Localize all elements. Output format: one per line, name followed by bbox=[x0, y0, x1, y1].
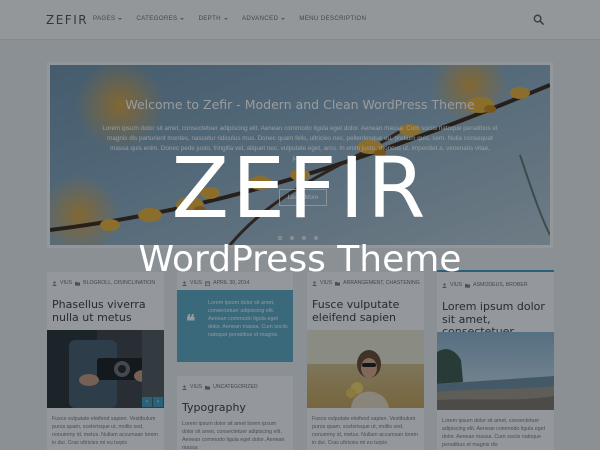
brand-title: ZEFIR bbox=[171, 139, 429, 237]
post-excerpt: Lorem ipsum dolor sit amet, consectetuer… bbox=[442, 418, 546, 448]
nav-item-label: PAGES bbox=[93, 15, 116, 22]
thumbnail-slider-arrows: ‹ › bbox=[142, 397, 163, 407]
post-card: VIUS BLOGROLL, DISINCLINATION Phasellus … bbox=[47, 272, 164, 450]
post-title[interactable]: Typography bbox=[182, 401, 289, 415]
post-card: VIUS UNCATEGORIZED Typography Lorem ipsu… bbox=[177, 376, 293, 450]
nav-item-label: ADVANCED bbox=[241, 15, 279, 22]
post-thumbnail[interactable] bbox=[307, 330, 424, 408]
nav-item-depth[interactable]: DEPTH bbox=[198, 15, 228, 22]
nav-item-label: DEPTH bbox=[198, 15, 221, 22]
search-icon[interactable] bbox=[533, 14, 544, 25]
post-meta: VIUS UNCATEGORIZED bbox=[182, 384, 258, 390]
nav-item-advanced[interactable]: ADVANCED bbox=[241, 15, 286, 22]
folder-icon bbox=[465, 283, 471, 288]
post-card: VIUS ASMODEUS, BROBER Lorem ipsum dolor … bbox=[437, 270, 554, 450]
nav-item-label: CATEGORES bbox=[136, 15, 178, 22]
post-thumbnail[interactable] bbox=[437, 332, 554, 410]
post-excerpt: Fusce vulputate eleifend sapien. Vestibu… bbox=[52, 416, 158, 446]
user-icon bbox=[182, 384, 187, 390]
quote-text: Lorem ipsum dolor sit amet, consectetuer… bbox=[208, 300, 288, 338]
nav-item-label: MENU DESCRIPTION bbox=[299, 15, 367, 22]
main-menu: PAGES CATEGORES DEPTH ADVANCED MENU DESC… bbox=[93, 15, 366, 22]
user-icon bbox=[442, 282, 447, 288]
post-author[interactable]: VIUS bbox=[190, 384, 202, 390]
brand-subtitle: WordPress Theme bbox=[138, 239, 462, 280]
prev-arrow-button[interactable]: ‹ bbox=[142, 397, 152, 407]
post-excerpt: Fusce vulputate eleifend sapien. Vestibu… bbox=[312, 416, 418, 446]
top-navigation-bar: ZEFIR PAGES CATEGORES DEPTH ADVANCED MEN… bbox=[0, 0, 600, 40]
nav-item-menu-description[interactable]: MENU DESCRIPTION bbox=[299, 15, 366, 22]
post-excerpt: Lorem ipsum dolor sit amet lorem ipsum d… bbox=[182, 421, 285, 450]
post-title[interactable]: Fusce vulputate eleifend sapien bbox=[312, 298, 420, 324]
quote-icon: ❝ bbox=[186, 312, 196, 332]
quote-block[interactable]: ❝ Lorem ipsum dolor sit amet, consectetu… bbox=[177, 290, 293, 362]
post-title[interactable]: Phasellus viverra nulla ut metus bbox=[52, 298, 160, 324]
site-logo[interactable]: ZEFIR bbox=[46, 13, 88, 27]
nav-item-pages[interactable]: PAGES bbox=[93, 15, 123, 22]
slide-title: Welcome to Zefir - Modern and Clean Word… bbox=[125, 97, 475, 112]
post-category[interactable]: UNCATEGORIZED bbox=[213, 384, 258, 390]
folder-icon bbox=[205, 385, 211, 390]
chevron-down-icon bbox=[180, 17, 185, 20]
nav-item-categories[interactable]: CATEGORES bbox=[136, 15, 185, 22]
chevron-down-icon bbox=[223, 17, 228, 20]
next-arrow-button[interactable]: › bbox=[153, 397, 163, 407]
chevron-down-icon bbox=[281, 17, 286, 20]
post-card: VIUS ARRANGEMENT, CHASTENING Fusce vulpu… bbox=[307, 272, 424, 450]
chevron-down-icon bbox=[118, 17, 123, 20]
